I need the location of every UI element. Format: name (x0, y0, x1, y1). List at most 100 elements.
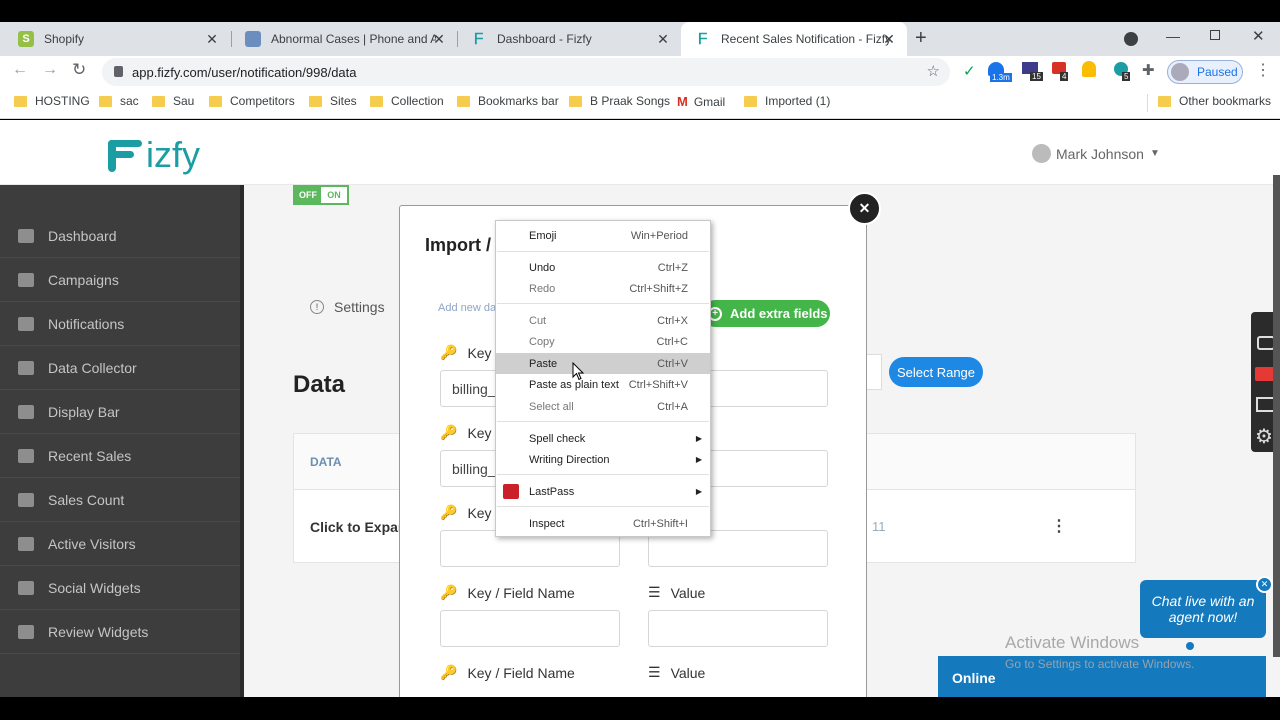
user-menu[interactable]: Mark Johnson ▼ (1032, 144, 1160, 163)
bookmark-sac[interactable]: sac (99, 94, 139, 108)
puzzle-icon[interactable]: ✚ (1142, 61, 1155, 79)
menu-divider (497, 474, 709, 475)
heart-icon (18, 536, 34, 551)
add-extra-fields-button[interactable]: + Add extra fields (702, 300, 830, 327)
on-off-toggle[interactable]: OFF ON (293, 185, 349, 205)
sidebar-item-sales-count[interactable]: Sales Count (0, 478, 240, 522)
lastpass-icon (503, 484, 519, 499)
forward-icon[interactable]: → (42, 61, 58, 79)
modal-hint: Add new da (438, 302, 497, 314)
new-tab-button[interactable]: + (915, 27, 927, 50)
megaphone-icon (18, 272, 34, 287)
sidebar-item-display-bar[interactable]: Display Bar (0, 390, 240, 434)
chat-bubble[interactable]: Chat live with an agent now! (1140, 580, 1266, 638)
key-input[interactable] (440, 610, 620, 647)
page-scrollbar[interactable] (1273, 175, 1280, 657)
graduation-cap-extension-icon[interactable]: 15 (1022, 62, 1043, 82)
back-icon[interactable]: ← (12, 61, 28, 79)
folder-icon (370, 95, 383, 107)
row-menu-icon[interactable]: ⋮ (1051, 516, 1067, 536)
folder-icon (569, 95, 582, 107)
tab-search-icon[interactable] (1124, 32, 1138, 46)
sidebar-item-active-visitors[interactable]: Active Visitors (0, 522, 240, 566)
value-input[interactable] (648, 610, 828, 647)
tab-recent-sales[interactable]: ᖴ Recent Sales Notification - Fizfy ✕ (681, 22, 907, 56)
bookmark-bookmarks-bar[interactable]: Bookmarks bar (457, 94, 559, 108)
tab-abnormal-cases[interactable]: Abnormal Cases | Phone and Air ✕ (231, 22, 457, 56)
settings-link[interactable]: ! Settings (310, 299, 385, 315)
bookmark-other[interactable]: Other bookmarks (1158, 94, 1271, 108)
close-icon[interactable]: ✕ (431, 31, 447, 48)
chevron-right-icon: ▶ (695, 487, 702, 496)
bookmark-hosting[interactable]: HOSTING (14, 94, 90, 108)
tab-title: Dashboard - Fizfy (497, 32, 592, 46)
chat-close-icon[interactable]: ✕ (1256, 576, 1273, 593)
activate-windows-title: Activate Windows (1005, 633, 1140, 652)
folder-icon (457, 95, 470, 107)
sidebar-item-notifications[interactable]: Notifications (0, 302, 240, 346)
maximize-icon[interactable] (1210, 30, 1220, 40)
folder-icon (309, 95, 322, 107)
menu-item-undo[interactable]: Undo Ctrl+Z (496, 257, 710, 278)
sidebar-item-review-widgets[interactable]: Review Widgets (0, 610, 240, 654)
seo-extension-icon[interactable]: 5 (1114, 62, 1134, 82)
video-extension-icon[interactable]: 4 (1052, 62, 1072, 82)
menu-divider (497, 421, 709, 422)
key-label: 🔑 Key / (440, 424, 500, 441)
video-record-icon[interactable] (1255, 367, 1275, 381)
check-extension-icon[interactable]: ✓ (963, 62, 976, 80)
menu-item-writing-direction[interactable]: Writing Direction ▶ (496, 449, 710, 470)
table-row[interactable]: Click to Expan (310, 519, 406, 535)
bell-extension-icon[interactable] (1082, 61, 1096, 77)
menu-item-copy[interactable]: Copy Ctrl+C (496, 331, 710, 352)
menu-divider (497, 251, 709, 252)
menu-item-redo[interactable]: Redo Ctrl+Shift+Z (496, 278, 710, 299)
window-close-icon[interactable]: ✕ (1252, 27, 1265, 45)
close-icon[interactable]: ✕ (881, 31, 897, 48)
sidebar: Dashboard Campaigns Notifications Data C… (0, 185, 244, 697)
menu-item-lastpass[interactable]: LastPass ▶ (496, 481, 710, 502)
menu-dots-icon[interactable]: ⋮ (1255, 60, 1271, 80)
bookmark-competitors[interactable]: Competitors (209, 94, 295, 108)
sidebar-item-social-widgets[interactable]: Social Widgets (0, 566, 240, 610)
tab-shopify[interactable]: S Shopify ✕ (4, 22, 230, 56)
menu-item-emoji[interactable]: Emoji Win+Period (496, 225, 710, 246)
bookmark-gmail[interactable]: M Gmail (677, 94, 725, 109)
select-range-button[interactable]: Select Range (889, 357, 983, 387)
sidebar-item-dashboard[interactable]: Dashboard (0, 214, 240, 258)
profile-paused-button[interactable]: Paused (1167, 60, 1243, 84)
toggle-off-label: OFF (295, 187, 321, 203)
menu-item-paste-plain[interactable]: Paste as plain text Ctrl+Shift+V (496, 374, 710, 395)
bookmark-collection[interactable]: Collection (370, 94, 444, 108)
reload-icon[interactable]: ↻ (72, 60, 86, 80)
menu-item-inspect[interactable]: Inspect Ctrl+Shift+I (496, 513, 710, 534)
sidebar-item-data-collector[interactable]: Data Collector (0, 346, 240, 390)
gear-icon[interactable]: ⚙ (1255, 424, 1273, 449)
toggle-on-label: ON (321, 187, 347, 203)
grid-icon (18, 448, 34, 463)
row-value: 11 (872, 519, 886, 534)
fizfy-logo[interactable]: izfy (106, 134, 200, 176)
star-icon[interactable]: ☆ (927, 62, 940, 80)
tab-dashboard-fizfy[interactable]: ᖴ Dashboard - Fizfy ✕ (457, 22, 681, 56)
menu-item-paste[interactable]: Paste Ctrl+V (496, 353, 710, 374)
extension-icon[interactable]: 1.3m (988, 62, 1012, 82)
bookmark-sau[interactable]: Sau (152, 94, 194, 108)
menu-item-select-all[interactable]: Select all Ctrl+A (496, 396, 710, 417)
folder-icon (744, 95, 757, 107)
sidebar-item-recent-sales[interactable]: Recent Sales (0, 434, 240, 478)
browser-toolbar: ← → ↻ app.fizfy.com/user/notification/99… (0, 56, 1280, 88)
address-bar[interactable]: app.fizfy.com/user/notification/998/data… (102, 58, 950, 86)
bookmark-b-praak-songs[interactable]: B Praak Songs (569, 94, 670, 108)
page-title: Data (293, 371, 346, 398)
sidebar-item-campaigns[interactable]: Campaigns (0, 258, 240, 302)
modal-close-button[interactable]: ✕ (848, 192, 881, 225)
close-icon[interactable]: ✕ (204, 31, 220, 48)
close-icon[interactable]: ✕ (655, 31, 671, 48)
bookmark-imported[interactable]: Imported (1) (744, 94, 830, 108)
minimize-icon[interactable]: — (1166, 28, 1180, 44)
bookmark-sites[interactable]: Sites (309, 94, 357, 108)
menu-item-spell-check[interactable]: Spell check ▶ (496, 428, 710, 449)
menu-item-cut[interactable]: Cut Ctrl+X (496, 310, 710, 331)
lock-icon (114, 66, 123, 77)
